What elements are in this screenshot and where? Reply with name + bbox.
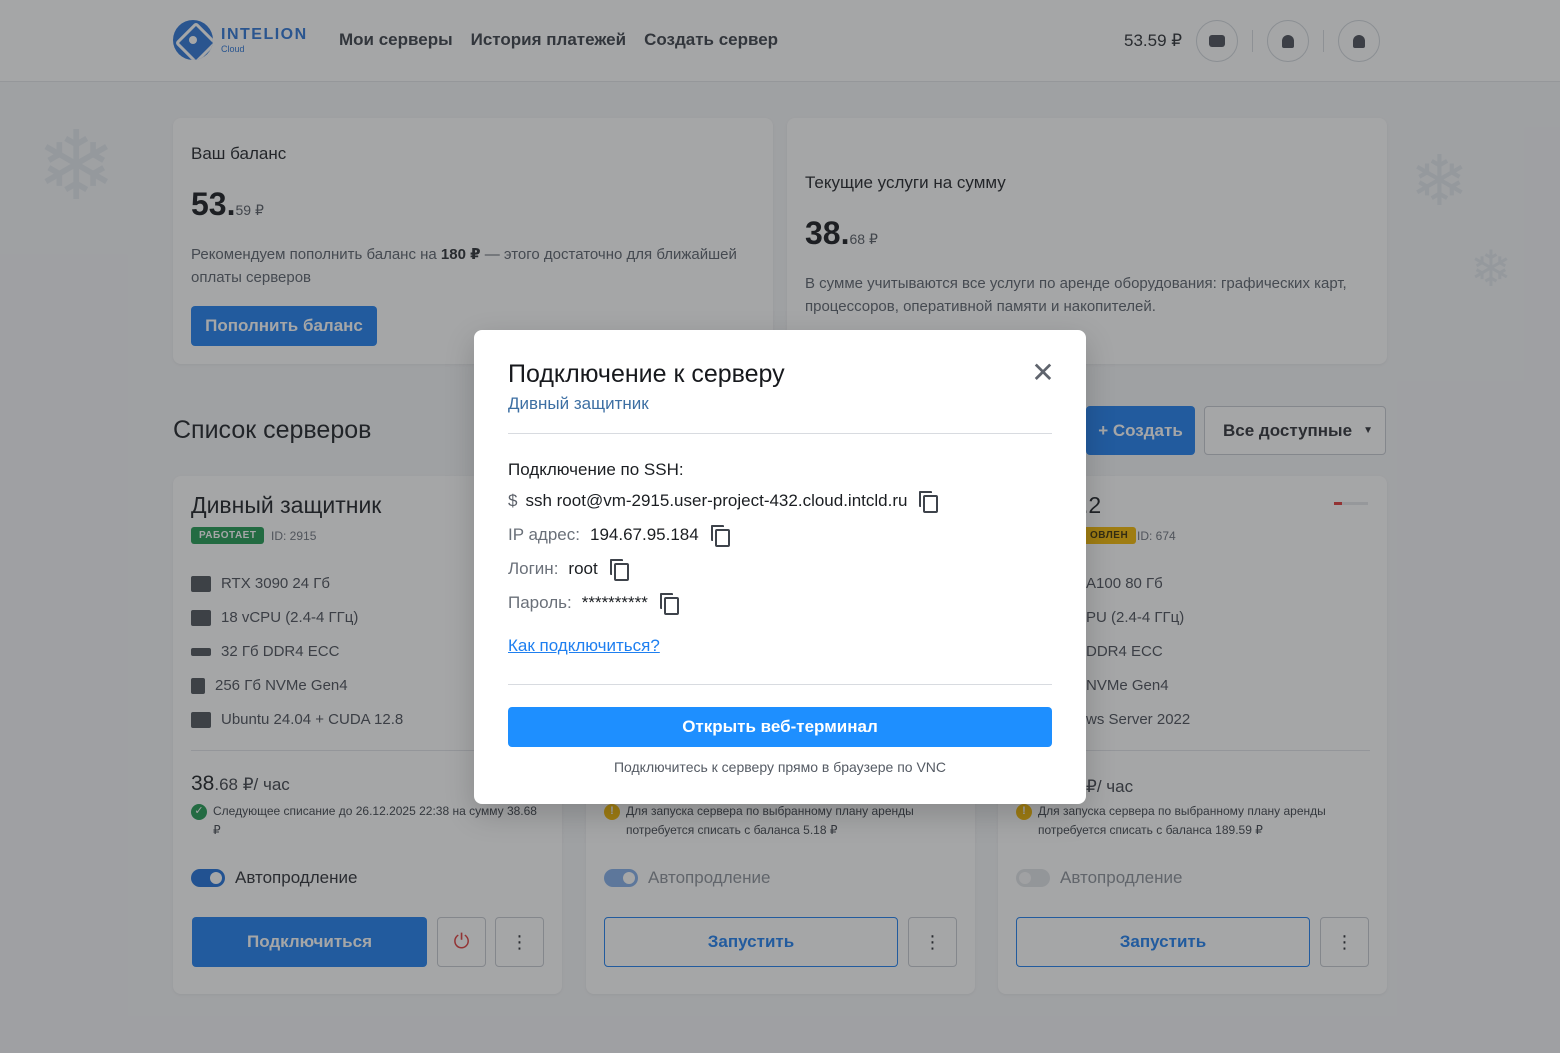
web-terminal-hint: Подключитесь к серверу прямо в браузере … — [613, 759, 947, 775]
copy-icon[interactable] — [710, 525, 730, 547]
password-label: Пароль: — [508, 593, 572, 612]
login-value: root — [568, 559, 598, 578]
copy-icon[interactable] — [609, 559, 629, 581]
ssh-label: Подключение по SSH: — [508, 460, 684, 479]
copy-icon[interactable] — [919, 491, 939, 513]
login-label: Логин: — [508, 559, 559, 578]
modal-divider — [508, 684, 1052, 685]
modal-subtitle: Дивный защитник — [508, 394, 649, 413]
ip-value: 194.67.95.184 — [589, 525, 699, 544]
password-row: Пароль: ********** — [508, 593, 679, 615]
close-icon[interactable]: ✕ — [1030, 359, 1056, 387]
prompt-symbol: $ — [508, 491, 518, 510]
modal-title: Подключение к серверу — [508, 360, 785, 388]
login-row: Логин: root — [508, 559, 629, 581]
how-to-connect-link[interactable]: Как подключиться? — [508, 636, 660, 656]
copy-icon[interactable] — [659, 593, 679, 615]
modal-divider — [508, 433, 1052, 434]
ip-label: IP адрес: — [508, 525, 580, 544]
password-value: ********** — [581, 593, 648, 612]
ssh-command: ssh root@vm-2915.user-project-432.cloud.… — [525, 491, 908, 510]
ip-row: IP адрес: 194.67.95.184 — [508, 525, 730, 547]
connect-modal: Подключение к серверу Дивный защитник ✕ … — [474, 330, 1086, 804]
ssh-command-row: $ ssh root@vm-2915.user-project-432.clou… — [508, 491, 939, 513]
open-web-terminal-button[interactable]: Открыть веб-терминал — [508, 707, 1052, 747]
